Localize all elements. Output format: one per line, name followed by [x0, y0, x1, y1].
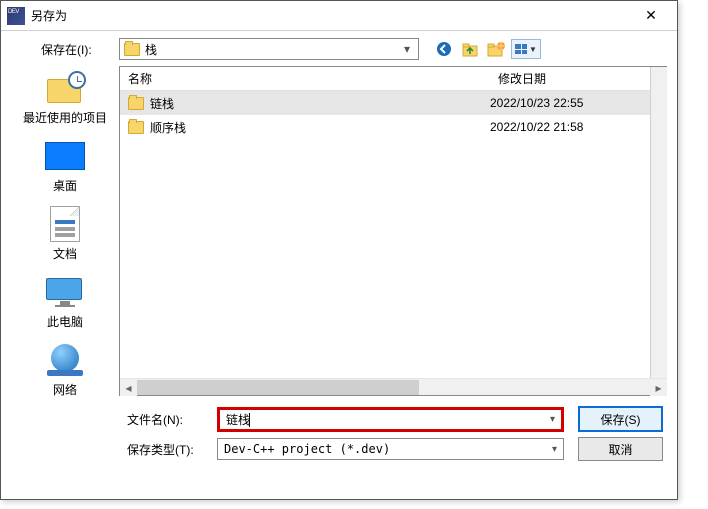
file-list-pane: 名称 修改日期 链栈2022/10/23 22:55顺序栈2022/10/22 …: [119, 66, 667, 396]
view-grid-icon: [515, 44, 527, 54]
place-label: 此电脑: [47, 313, 83, 330]
new-folder-button[interactable]: [485, 38, 507, 60]
file-table: 名称 修改日期 链栈2022/10/23 22:55顺序栈2022/10/22 …: [120, 67, 650, 378]
chevron-down-icon[interactable]: ▾: [550, 414, 555, 425]
table-row[interactable]: 顺序栈2022/10/22 21:58: [120, 115, 650, 139]
folder-icon: [124, 43, 140, 56]
column-name[interactable]: 名称: [120, 67, 490, 90]
folder-icon: [128, 121, 144, 134]
file-date: 2022/10/23 22:55: [490, 96, 642, 110]
place-label: 文档: [53, 245, 77, 262]
places-bar: 最近使用的项目 桌面 文档 此电脑 网络: [11, 66, 119, 396]
file-date: 2022/10/22 21:58: [490, 120, 642, 134]
horizontal-scrollbar[interactable]: ◂ ▸: [120, 378, 667, 395]
close-button[interactable]: ✕: [631, 2, 671, 30]
scroll-left-arrow[interactable]: ◂: [120, 379, 137, 396]
title-bar[interactable]: 另存为 ✕: [1, 1, 677, 31]
main-area: 最近使用的项目 桌面 文档 此电脑 网络: [11, 66, 667, 396]
filename-label: 文件名(N):: [127, 411, 207, 428]
folder-icon: [128, 97, 144, 110]
save-button[interactable]: 保存(S): [578, 406, 663, 432]
back-button[interactable]: [433, 38, 455, 60]
scroll-thumb[interactable]: [137, 380, 419, 395]
place-network[interactable]: 网络: [21, 338, 109, 402]
table-header: 名称 修改日期: [120, 67, 650, 91]
column-modified[interactable]: 修改日期: [490, 67, 650, 90]
place-this-pc[interactable]: 此电脑: [21, 270, 109, 334]
vertical-scrollbar[interactable]: [650, 67, 667, 378]
documents-icon: [50, 206, 80, 242]
filetype-combobox[interactable]: Dev-C++ project (*.dev) ▾: [217, 438, 564, 460]
chevron-down-icon[interactable]: ▾: [552, 444, 557, 455]
scroll-right-arrow[interactable]: ▸: [650, 379, 667, 396]
cancel-button[interactable]: 取消: [578, 437, 663, 461]
place-label: 桌面: [53, 177, 77, 194]
chevron-down-icon[interactable]: ▾: [400, 42, 414, 56]
filename-value: 链栈: [226, 411, 550, 428]
dialog-body: 保存在(I): 栈 ▾ ▼: [1, 31, 677, 474]
location-row: 保存在(I): 栈 ▾ ▼: [11, 38, 667, 60]
place-recent[interactable]: 最近使用的项目: [21, 66, 109, 130]
text-caret: [249, 413, 250, 427]
file-name: 顺序栈: [150, 119, 490, 136]
filetype-label: 保存类型(T):: [127, 441, 207, 458]
bottom-panel: 文件名(N): 链栈 ▾ 保存(S) 保存类型(T): Dev-C++ proj…: [11, 396, 667, 464]
place-documents[interactable]: 文档: [21, 202, 109, 266]
place-label: 网络: [53, 381, 77, 398]
desktop-icon: [45, 142, 85, 170]
nav-icons: ▼: [433, 38, 541, 60]
place-desktop[interactable]: 桌面: [21, 134, 109, 198]
filetype-value: Dev-C++ project (*.dev): [224, 442, 552, 456]
view-menu-button[interactable]: ▼: [511, 39, 541, 59]
place-label: 最近使用的项目: [23, 109, 107, 126]
location-text: 栈: [145, 41, 400, 58]
location-combobox[interactable]: 栈 ▾: [119, 38, 419, 60]
pc-icon: [46, 278, 84, 306]
window-title: 另存为: [31, 7, 631, 24]
recent-icon: [47, 73, 83, 103]
location-label: 保存在(I):: [41, 41, 113, 58]
up-one-level-button[interactable]: [459, 38, 481, 60]
app-icon: [7, 7, 25, 25]
chevron-down-icon: ▼: [529, 45, 537, 54]
file-name: 链栈: [150, 95, 490, 112]
filename-combobox[interactable]: 链栈 ▾: [217, 407, 564, 432]
save-as-dialog: 另存为 ✕ 保存在(I): 栈 ▾: [0, 0, 678, 500]
table-row[interactable]: 链栈2022/10/23 22:55: [120, 91, 650, 115]
network-icon: [47, 344, 83, 376]
